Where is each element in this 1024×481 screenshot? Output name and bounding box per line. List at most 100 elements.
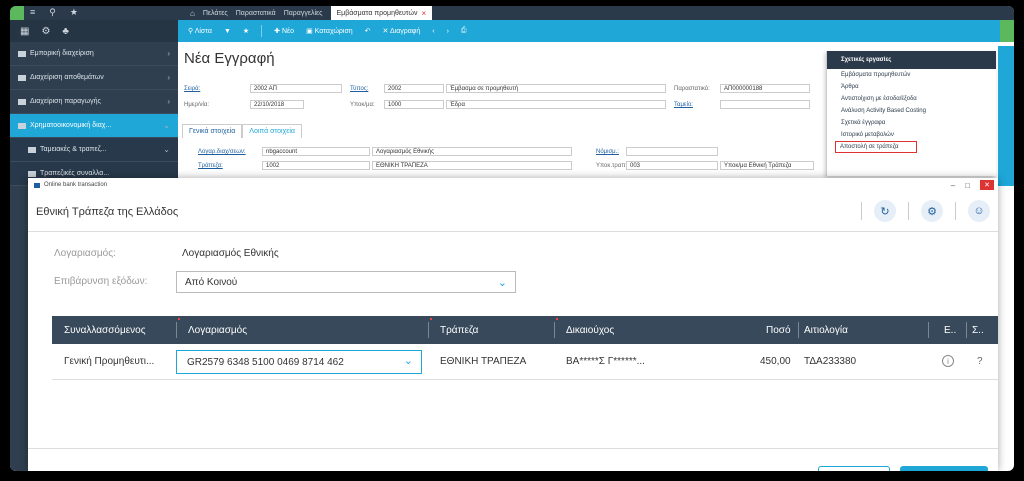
docno-field[interactable]: ΑΠ000000188: [720, 84, 810, 93]
series-field[interactable]: 2002 ΑΠ: [250, 84, 342, 93]
col-e[interactable]: Ε..: [944, 325, 956, 336]
undo-icon[interactable]: ↶: [365, 27, 371, 35]
tab-documents[interactable]: Παραστατικά: [236, 10, 276, 17]
type-code-field[interactable]: 2002: [384, 84, 444, 93]
cashier-field[interactable]: [720, 100, 810, 109]
minimize-icon[interactable]: –: [951, 181, 955, 190]
sidebar-item-inventory[interactable]: Διαχείριση αποθεμάτων ›: [10, 66, 178, 90]
col-reason[interactable]: Αιτιολογία: [804, 325, 848, 336]
header-separator: [908, 202, 909, 220]
refresh-icon[interactable]: ↻: [874, 200, 896, 222]
related-item[interactable]: Ιστορικό μεταβολών: [827, 129, 996, 141]
acct-field[interactable]: Λογαριασμός Εθνικής: [372, 147, 572, 156]
maximize-icon[interactable]: □: [965, 181, 970, 190]
save-button[interactable]: ▣ Καταχώριση: [306, 27, 353, 35]
org-icon[interactable]: ♣: [62, 26, 69, 37]
col-s[interactable]: Σ..: [972, 325, 984, 336]
star-icon[interactable]: ★: [70, 7, 78, 18]
list-button[interactable]: ⚲ Λίστα: [188, 27, 212, 35]
required-marker: [556, 318, 558, 320]
col-divider: [554, 322, 555, 338]
bank-branch-code-field[interactable]: 003: [626, 161, 718, 170]
info-icon[interactable]: i: [942, 355, 954, 367]
beneficiary-cell: ΒΑ*****Σ Γ******...: [566, 356, 645, 367]
help-icon[interactable]: ?: [977, 356, 983, 367]
table-row[interactable]: Γενική Προμηθευτι... GR2579 6348 5100 04…: [52, 344, 998, 380]
user-icon[interactable]: ⚲: [49, 7, 56, 18]
settings-icon[interactable]: ⚙: [921, 200, 943, 222]
sidebar-item-financial[interactable]: Χρηματοοικονομική διαχ... ⌄: [10, 114, 178, 138]
chevron-down-icon: ⌄: [497, 277, 507, 289]
folder-icon: [18, 50, 26, 57]
related-item[interactable]: Αντιστοίχιση με έσοδα/έξοδα: [827, 93, 996, 105]
grid-icon[interactable]: ▦: [20, 26, 29, 37]
dialog-titlebar: Online bank transaction: [28, 178, 998, 192]
chevron-right-icon: ›: [167, 73, 170, 82]
send-to-bank-item[interactable]: Αποστολή σε τράπεζα: [835, 141, 917, 153]
reason-cell: ΤΔΑ233380: [804, 356, 857, 367]
date-field[interactable]: 22/10/2018: [250, 100, 304, 109]
folder-icon: [18, 122, 26, 129]
bank-label: Τράπεζα:: [198, 163, 223, 169]
filter-icon[interactable]: ▼: [224, 28, 231, 35]
chevron-right-icon: ›: [167, 97, 170, 106]
related-item[interactable]: Σχετικά έγγραφα: [827, 117, 996, 129]
prev-icon[interactable]: ‹: [432, 28, 434, 35]
print-icon[interactable]: ⎙: [461, 27, 467, 35]
bank-cell: ΕΘΝΙΚΗ ΤΡΑΠΕΖΑ: [440, 356, 527, 367]
dialog-header: Εθνική Τράπεζα της Ελλάδος ↻ ⚙ ☺: [28, 192, 998, 232]
home-icon[interactable]: ⌂: [190, 9, 195, 18]
cashier-label: Ταμείο:: [674, 102, 693, 108]
sidebar-item-production[interactable]: Διαχείριση παραγωγής ›: [10, 90, 178, 114]
currency-label: Νόμισμ.:: [596, 149, 619, 155]
bank-field[interactable]: ΕΘΝΙΚΗ ΤΡΑΠΕΖΑ: [372, 161, 572, 170]
col-account[interactable]: Λογαριασμός: [188, 325, 247, 336]
tab-orders[interactable]: Παραγγελίες: [284, 10, 323, 17]
charge-select-value: Από Κοινού: [185, 276, 238, 288]
new-label: Νέο: [281, 28, 295, 35]
gear-icon[interactable]: ⚙: [41, 26, 50, 37]
sidebar-item-commercial[interactable]: Εμπορική διαχείριση ›: [10, 42, 178, 66]
date-label: Ημερ/νία:: [184, 102, 210, 108]
col-divider: [176, 322, 177, 338]
currency-field[interactable]: [626, 147, 718, 156]
series-label: Σειρά:: [184, 86, 201, 92]
tab-other[interactable]: Λοιπά στοιχεία: [242, 124, 302, 138]
side-action-button[interactable]: [1000, 20, 1014, 42]
user-icon[interactable]: ☺: [968, 200, 990, 222]
iban-value: GR2579 6348 5100 0469 8714 462: [187, 356, 344, 368]
type-field[interactable]: Έμβασμα σε προμηθευτή: [446, 84, 666, 93]
submit-button[interactable]: [900, 466, 988, 471]
related-item[interactable]: Άρθρα: [827, 81, 996, 93]
tab-customers[interactable]: Πελάτες: [203, 10, 228, 17]
acct-code-field[interactable]: nbgaccount: [262, 147, 370, 156]
col-party[interactable]: Συναλλασσόμενος: [64, 325, 146, 336]
cancel-button[interactable]: [818, 466, 890, 471]
account-value: Λογαριασμός Εθνικής: [182, 248, 279, 259]
col-amount[interactable]: Ποσό: [766, 325, 791, 336]
tab-general[interactable]: Γενικά στοιχεία: [182, 124, 243, 138]
col-beneficiary[interactable]: Δικαιούχος: [566, 325, 614, 336]
branch-code-field[interactable]: 1000: [384, 100, 444, 109]
related-item[interactable]: Ανάλυση Activity Based Costing: [827, 105, 996, 117]
type-label: Τύπος:: [350, 86, 369, 92]
col-bank[interactable]: Τράπεζα: [440, 325, 478, 336]
bank-branch-field[interactable]: Υποκ/μα Εθνική Τράπεζα: [720, 161, 814, 170]
related-item[interactable]: Εμβάσματα προμηθευτών: [827, 69, 996, 81]
save-label: Καταχώριση: [314, 28, 353, 35]
tab-supplier-remittances[interactable]: Εμβάσματα προμηθευτών ×: [330, 6, 433, 20]
next-icon[interactable]: ›: [447, 28, 449, 35]
menu-icon[interactable]: ≡: [30, 7, 35, 18]
sidebar-item-cash-bank[interactable]: Ταμειακές & τραπεζ... ⌄: [10, 138, 178, 162]
favorite-icon[interactable]: ★: [243, 27, 249, 35]
close-window-button[interactable]: ✕: [980, 180, 994, 190]
branch-field[interactable]: Έδρα: [446, 100, 666, 109]
app-window: ≡ ⚲ ★ ⌂ Πελάτες Παραστατικά Παραγγελίες …: [10, 6, 1014, 471]
vertical-side-tabs[interactable]: [998, 46, 1014, 186]
delete-button[interactable]: ✕ Διαγραφή: [383, 27, 421, 35]
charge-select[interactable]: Από Κοινού ⌄: [176, 271, 516, 293]
bank-code-field[interactable]: 1002: [262, 161, 370, 170]
iban-select[interactable]: GR2579 6348 5100 0469 8714 462 ⌄: [176, 350, 422, 374]
close-icon[interactable]: ×: [421, 9, 426, 18]
new-button[interactable]: ✚ Νέο: [274, 27, 294, 35]
